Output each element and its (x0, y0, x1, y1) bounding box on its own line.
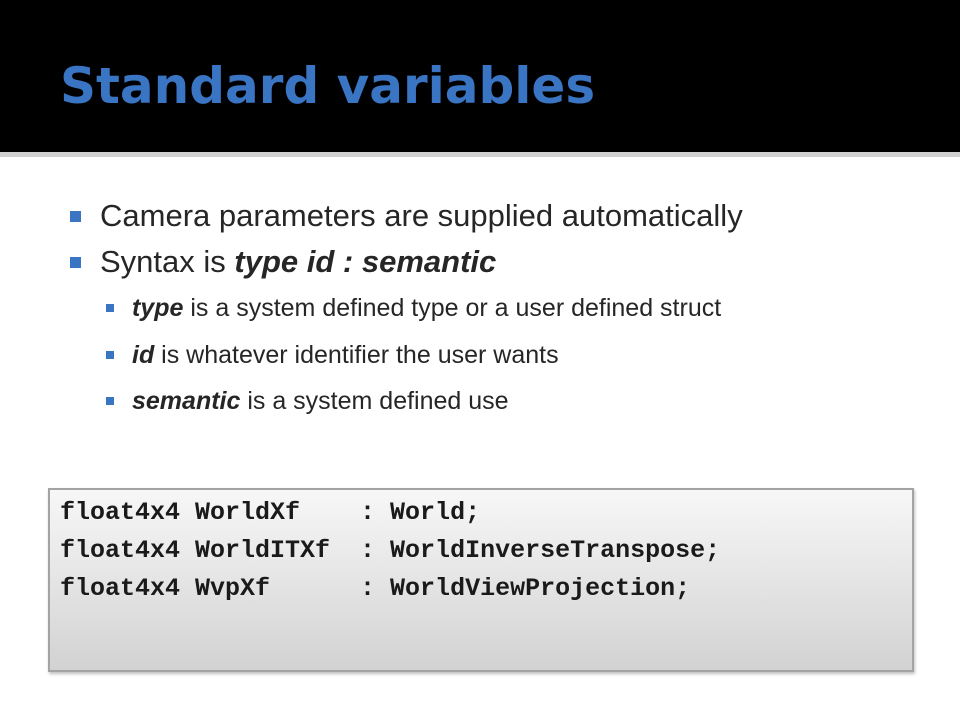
code-box: float4x4 WorldXf : World; float4x4 World… (48, 488, 914, 672)
bullet-term: type id : semantic (234, 244, 497, 279)
sub-bullet-text: is whatever identifier the user wants (154, 341, 559, 369)
sub-bullet-item: id is whatever identifier the user wants (106, 338, 559, 372)
bullet-text: Camera parameters are supplied automatic… (100, 198, 743, 233)
small-square-bullet-icon (106, 351, 114, 359)
square-bullet-icon (70, 211, 81, 222)
sub-bullet-item: type is a system defined type or a user … (106, 291, 722, 325)
sub-bullet-text: is a system defined type or a user defin… (183, 294, 722, 322)
sub-bullet-term: type (132, 294, 184, 322)
title-divider (0, 152, 960, 157)
sub-bullet-term: id (132, 341, 155, 369)
bullet-item: Syntax is type id : semantic (70, 242, 497, 282)
square-bullet-icon (70, 257, 81, 268)
code-line: float4x4 WorldITXf : WorldInverseTranspo… (60, 536, 721, 565)
sub-bullet-item: semantic is a system defined use (106, 384, 509, 418)
code-line: float4x4 WvpXf : WorldViewProjection; (60, 574, 691, 603)
slide-title: Standard variables (60, 57, 596, 115)
small-square-bullet-icon (106, 397, 114, 405)
title-bar: Standard variables (0, 0, 960, 152)
small-square-bullet-icon (106, 304, 114, 312)
sub-bullet-text: is a system defined use (240, 387, 509, 415)
code-line: float4x4 WorldXf : World; (60, 498, 481, 527)
sub-bullet-term: semantic (132, 387, 241, 415)
bullet-item: Camera parameters are supplied automatic… (70, 196, 743, 236)
bullet-text: Syntax is (100, 244, 235, 279)
